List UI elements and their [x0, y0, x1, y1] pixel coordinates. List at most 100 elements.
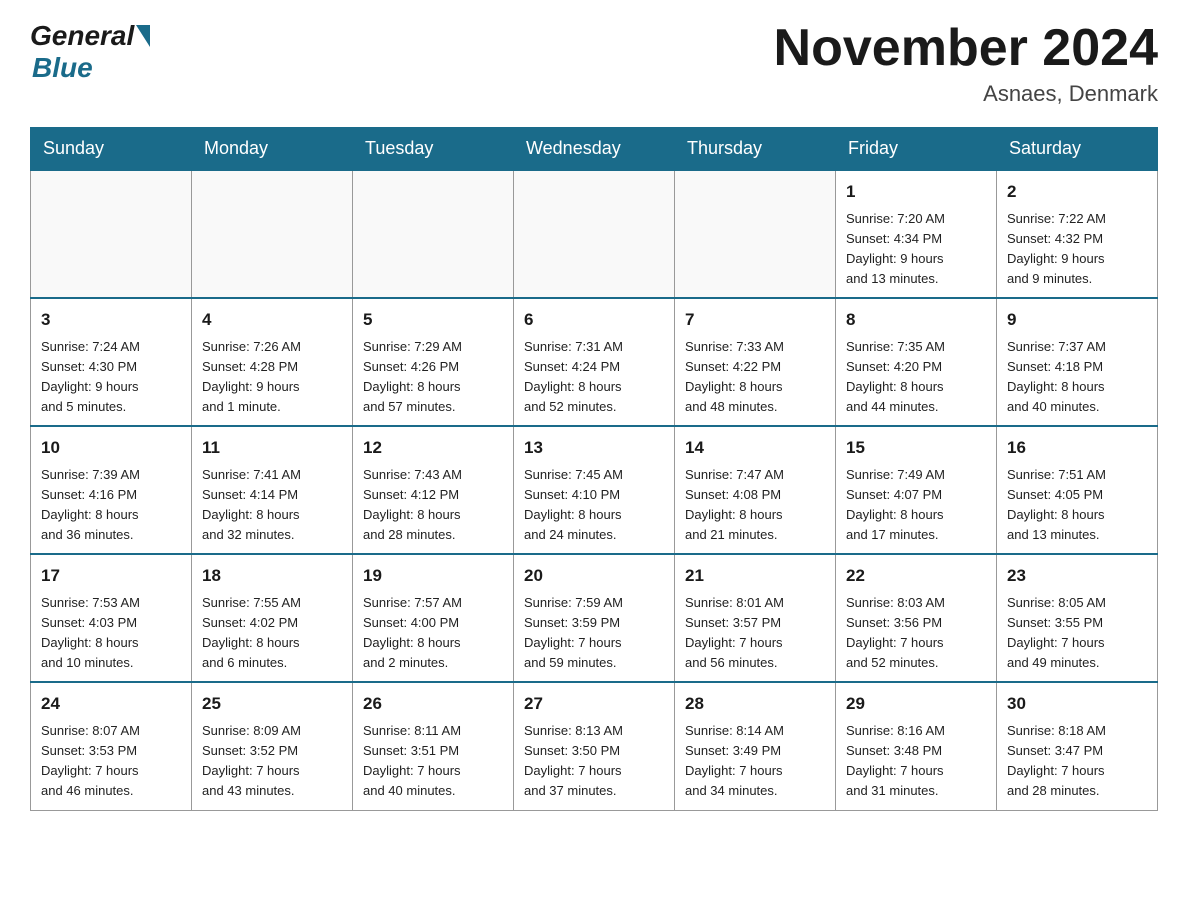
calendar-cell	[192, 170, 353, 298]
calendar-cell	[514, 170, 675, 298]
calendar-cell: 21 Sunrise: 8:01 AMSunset: 3:57 PMDayligh…	[675, 554, 836, 682]
day-info: Sunrise: 7:31 AMSunset: 4:24 PMDaylight:…	[524, 337, 664, 418]
day-number: 10	[41, 435, 181, 461]
calendar-cell: 27Sunrise: 8:13 AMSunset: 3:50 PMDayligh…	[514, 682, 675, 810]
weekday-header-wednesday: Wednesday	[514, 128, 675, 171]
day-number: 8	[846, 307, 986, 333]
day-number: 4	[202, 307, 342, 333]
day-number: 5	[363, 307, 503, 333]
month-year-title: November 2024	[774, 20, 1158, 77]
day-number: 26	[363, 691, 503, 717]
day-number: 9	[1007, 307, 1147, 333]
calendar-cell: 17 Sunrise: 7:53 AMSunset: 4:03 PMDayligh…	[31, 554, 192, 682]
day-number: 20	[524, 563, 664, 589]
day-number: 17	[41, 563, 181, 589]
day-number: 22	[846, 563, 986, 589]
weekday-header-thursday: Thursday	[675, 128, 836, 171]
day-info: Sunrise: 7:39 AMSunset: 4:16 PMDaylight:…	[41, 465, 181, 546]
day-info: Sunrise: 7:35 AMSunset: 4:20 PMDaylight:…	[846, 337, 986, 418]
day-number: 29	[846, 691, 986, 717]
day-number: 2	[1007, 179, 1147, 205]
day-number: 12	[363, 435, 503, 461]
weekday-header-sunday: Sunday	[31, 128, 192, 171]
day-number: 19	[363, 563, 503, 589]
weekday-header-tuesday: Tuesday	[353, 128, 514, 171]
calendar-cell: 25 Sunrise: 8:09 AMSunset: 3:52 PMDayligh…	[192, 682, 353, 810]
calendar-cell: 15Sunrise: 7:49 AMSunset: 4:07 PMDayligh…	[836, 426, 997, 554]
day-number: 15	[846, 435, 986, 461]
calendar-cell: 10 Sunrise: 7:39 AMSunset: 4:16 PMDayligh…	[31, 426, 192, 554]
week-row-4: 17 Sunrise: 7:53 AMSunset: 4:03 PMDayligh…	[31, 554, 1158, 682]
day-number: 1	[846, 179, 986, 205]
day-info: Sunrise: 7:45 AMSunset: 4:10 PMDaylight:…	[524, 465, 664, 546]
day-info: Sunrise: 7:20 AMSunset: 4:34 PMDaylight:…	[846, 209, 986, 290]
day-info: Sunrise: 7:33 AMSunset: 4:22 PMDaylight:…	[685, 337, 825, 418]
calendar-cell	[353, 170, 514, 298]
weekday-header-row: SundayMondayTuesdayWednesdayThursdayFrid…	[31, 128, 1158, 171]
day-info: Sunrise: 7:51 AMSunset: 4:05 PMDaylight:…	[1007, 465, 1147, 546]
logo-blue-text: Blue	[32, 52, 93, 84]
calendar-cell: 16 Sunrise: 7:51 AMSunset: 4:05 PMDayligh…	[997, 426, 1158, 554]
day-info: Sunrise: 7:41 AMSunset: 4:14 PMDaylight:…	[202, 465, 342, 546]
day-info: Sunrise: 7:55 AMSunset: 4:02 PMDaylight:…	[202, 593, 342, 674]
day-number: 21	[685, 563, 825, 589]
day-info: Sunrise: 8:07 AMSunset: 3:53 PMDaylight:…	[41, 721, 181, 802]
day-info: Sunrise: 8:05 AMSunset: 3:55 PMDaylight:…	[1007, 593, 1147, 674]
calendar-cell: 18 Sunrise: 7:55 AMSunset: 4:02 PMDayligh…	[192, 554, 353, 682]
calendar-cell: 13 Sunrise: 7:45 AMSunset: 4:10 PMDayligh…	[514, 426, 675, 554]
calendar-cell: 8 Sunrise: 7:35 AMSunset: 4:20 PMDaylight…	[836, 298, 997, 426]
calendar-cell	[675, 170, 836, 298]
day-number: 7	[685, 307, 825, 333]
calendar-cell	[31, 170, 192, 298]
day-number: 16	[1007, 435, 1147, 461]
logo-triangle-icon	[136, 25, 150, 47]
day-number: 18	[202, 563, 342, 589]
day-info: Sunrise: 7:53 AMSunset: 4:03 PMDaylight:…	[41, 593, 181, 674]
week-row-5: 24Sunrise: 8:07 AMSunset: 3:53 PMDayligh…	[31, 682, 1158, 810]
day-info: Sunrise: 8:13 AMSunset: 3:50 PMDaylight:…	[524, 721, 664, 802]
day-info: Sunrise: 7:24 AMSunset: 4:30 PMDaylight:…	[41, 337, 181, 418]
day-info: Sunrise: 7:29 AMSunset: 4:26 PMDaylight:…	[363, 337, 503, 418]
day-number: 23	[1007, 563, 1147, 589]
calendar-cell: 19 Sunrise: 7:57 AMSunset: 4:00 PMDayligh…	[353, 554, 514, 682]
day-number: 25	[202, 691, 342, 717]
day-number: 3	[41, 307, 181, 333]
day-number: 11	[202, 435, 342, 461]
calendar-cell: 1 Sunrise: 7:20 AMSunset: 4:34 PMDaylight…	[836, 170, 997, 298]
day-info: Sunrise: 8:16 AMSunset: 3:48 PMDaylight:…	[846, 721, 986, 802]
calendar-cell: 26 Sunrise: 8:11 AMSunset: 3:51 PMDayligh…	[353, 682, 514, 810]
weekday-header-monday: Monday	[192, 128, 353, 171]
weekday-header-saturday: Saturday	[997, 128, 1158, 171]
title-section: November 2024 Asnaes, Denmark	[774, 20, 1158, 107]
calendar-cell: 2 Sunrise: 7:22 AMSunset: 4:32 PMDaylight…	[997, 170, 1158, 298]
calendar-cell: 4 Sunrise: 7:26 AMSunset: 4:28 PMDaylight…	[192, 298, 353, 426]
calendar-cell: 5 Sunrise: 7:29 AMSunset: 4:26 PMDaylight…	[353, 298, 514, 426]
calendar-cell: 12Sunrise: 7:43 AMSunset: 4:12 PMDayligh…	[353, 426, 514, 554]
day-info: Sunrise: 7:22 AMSunset: 4:32 PMDaylight:…	[1007, 209, 1147, 290]
calendar-cell: 29 Sunrise: 8:16 AMSunset: 3:48 PMDayligh…	[836, 682, 997, 810]
calendar-cell: 22 Sunrise: 8:03 AMSunset: 3:56 PMDayligh…	[836, 554, 997, 682]
day-info: Sunrise: 7:47 AMSunset: 4:08 PMDaylight:…	[685, 465, 825, 546]
day-number: 13	[524, 435, 664, 461]
day-info: Sunrise: 8:11 AMSunset: 3:51 PMDaylight:…	[363, 721, 503, 802]
day-number: 28	[685, 691, 825, 717]
logo: General Blue	[30, 20, 150, 84]
location-subtitle: Asnaes, Denmark	[774, 81, 1158, 107]
week-row-2: 3 Sunrise: 7:24 AMSunset: 4:30 PMDaylight…	[31, 298, 1158, 426]
day-info: Sunrise: 8:09 AMSunset: 3:52 PMDaylight:…	[202, 721, 342, 802]
day-info: Sunrise: 8:03 AMSunset: 3:56 PMDaylight:…	[846, 593, 986, 674]
calendar-cell: 7 Sunrise: 7:33 AMSunset: 4:22 PMDaylight…	[675, 298, 836, 426]
calendar-cell: 23 Sunrise: 8:05 AMSunset: 3:55 PMDayligh…	[997, 554, 1158, 682]
day-info: Sunrise: 7:26 AMSunset: 4:28 PMDaylight:…	[202, 337, 342, 418]
calendar-cell: 14 Sunrise: 7:47 AMSunset: 4:08 PMDayligh…	[675, 426, 836, 554]
day-number: 14	[685, 435, 825, 461]
calendar-cell: 9 Sunrise: 7:37 AMSunset: 4:18 PMDaylight…	[997, 298, 1158, 426]
day-info: Sunrise: 7:37 AMSunset: 4:18 PMDaylight:…	[1007, 337, 1147, 418]
calendar-cell: 3 Sunrise: 7:24 AMSunset: 4:30 PMDaylight…	[31, 298, 192, 426]
calendar-table: SundayMondayTuesdayWednesdayThursdayFrid…	[30, 127, 1158, 810]
day-info: Sunrise: 8:01 AMSunset: 3:57 PMDaylight:…	[685, 593, 825, 674]
day-number: 30	[1007, 691, 1147, 717]
page-header: General Blue November 2024 Asnaes, Denma…	[30, 20, 1158, 107]
day-info: Sunrise: 7:57 AMSunset: 4:00 PMDaylight:…	[363, 593, 503, 674]
calendar-cell: 30Sunrise: 8:18 AMSunset: 3:47 PMDayligh…	[997, 682, 1158, 810]
